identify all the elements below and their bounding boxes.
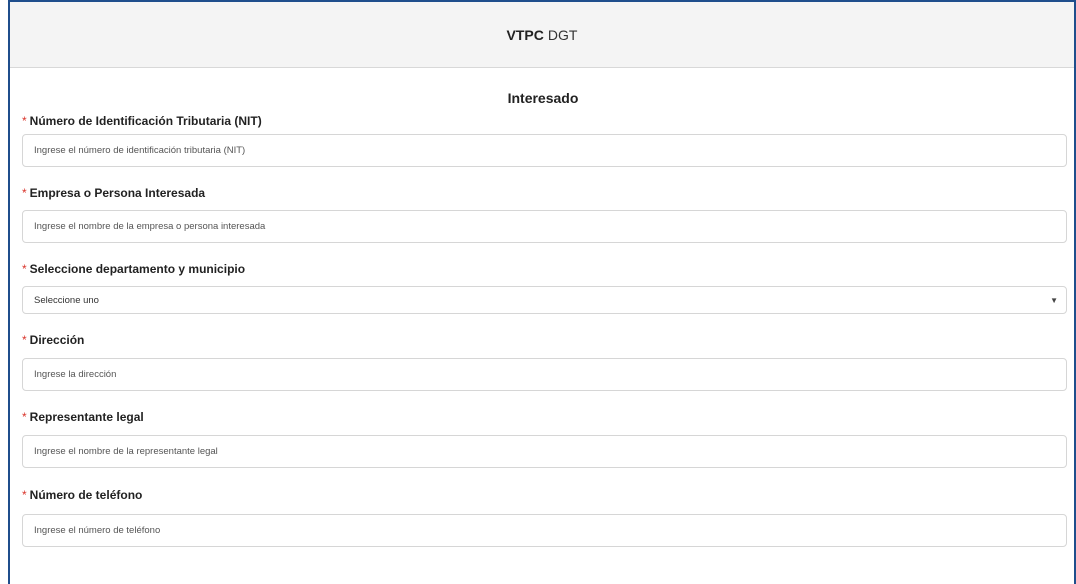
field-legal-rep: * Representante legal Ingrese el nombre d… xyxy=(22,409,1067,468)
department-select[interactable]: Seleccione uno ▼ xyxy=(22,286,1067,314)
phone-placeholder: Ingrese el número de teléfono xyxy=(34,525,161,536)
address-input[interactable]: Ingrese la dirección xyxy=(22,358,1067,391)
field-label: * Número de Identificación Tributaria (NI… xyxy=(22,113,1064,129)
nit-label: Número de Identificación Tributaria (NIT… xyxy=(29,114,262,128)
phone-input[interactable]: Ingrese el número de teléfono xyxy=(22,514,1067,547)
legal-rep-label: Representante legal xyxy=(29,410,144,424)
brand-name: VTPC xyxy=(506,26,544,43)
legal-rep-placeholder: Ingrese el nombre de la representante le… xyxy=(34,446,218,457)
required-marker: * xyxy=(22,186,27,200)
field-phone: * Número de teléfono Ingrese el número de… xyxy=(22,487,1067,547)
dropdown-caret-icon: ▼ xyxy=(1050,295,1058,305)
required-marker: * xyxy=(22,262,27,276)
department-selected-value: Seleccione uno xyxy=(34,294,99,306)
field-company: * Empresa o Persona Interesada Ingrese el… xyxy=(22,185,1067,243)
field-department: * Seleccione departamento y municipio Sel… xyxy=(22,261,1067,314)
form-window: VTPC DGT Interesado * Número de Identific… xyxy=(8,0,1076,584)
form-content: Interesado * Número de Identificación Tri… xyxy=(10,89,1074,547)
field-nit: * Número de Identificación Tributaria (NI… xyxy=(22,113,1067,167)
brand-subtitle: DGT xyxy=(547,26,578,43)
field-label: * Representante legal xyxy=(22,409,1064,425)
field-label: * Dirección xyxy=(22,332,1064,348)
address-placeholder: Ingrese la dirección xyxy=(34,369,117,380)
field-label: * Seleccione departamento y municipio xyxy=(22,261,1064,277)
company-placeholder: Ingrese el nombre de la empresa o person… xyxy=(34,221,266,232)
required-marker: * xyxy=(22,488,27,502)
address-label: Dirección xyxy=(29,333,85,347)
app-header: VTPC DGT xyxy=(10,2,1074,68)
nit-placeholder: Ingrese el número de identificación trib… xyxy=(34,145,246,156)
phone-label: Número de teléfono xyxy=(29,488,143,502)
required-marker: * xyxy=(22,410,27,424)
field-address: * Dirección Ingrese la dirección xyxy=(22,332,1067,391)
legal-rep-input[interactable]: Ingrese el nombre de la representante le… xyxy=(22,435,1067,468)
field-label: * Número de teléfono xyxy=(22,487,1064,503)
company-label: Empresa o Persona Interesada xyxy=(29,186,206,200)
required-marker: * xyxy=(22,333,27,347)
nit-input[interactable]: Ingrese el número de identificación trib… xyxy=(22,134,1067,167)
section-title: Interesado xyxy=(507,90,579,106)
company-input[interactable]: Ingrese el nombre de la empresa o person… xyxy=(22,210,1067,243)
required-marker: * xyxy=(22,114,27,128)
department-label: Seleccione departamento y municipio xyxy=(29,262,246,276)
field-label: * Empresa o Persona Interesada xyxy=(22,185,1064,201)
